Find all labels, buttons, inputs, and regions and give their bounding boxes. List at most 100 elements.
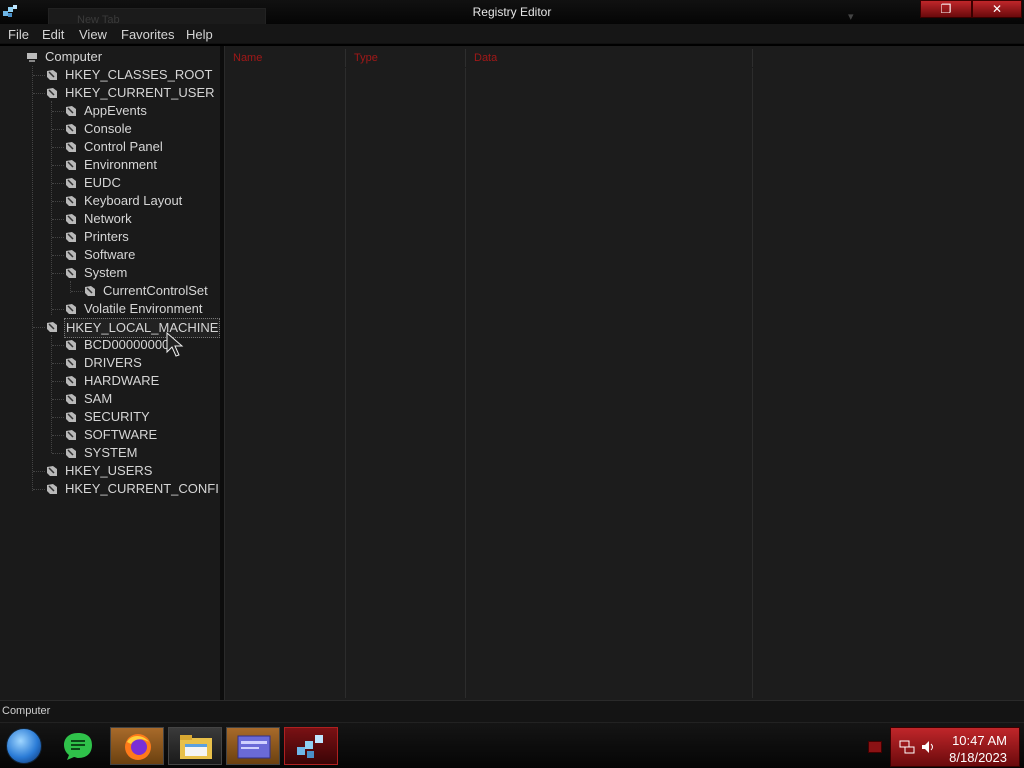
- clock-date: 8/18/2023: [949, 750, 1007, 765]
- menu-file[interactable]: File: [8, 27, 29, 42]
- tree-node-label: CurrentControlSet: [103, 283, 208, 298]
- column-header-type[interactable]: Type: [346, 49, 466, 67]
- tree-node[interactable]: Network: [66, 210, 133, 228]
- menu-edit[interactable]: Edit: [42, 27, 64, 42]
- registry-key-icon: [47, 466, 57, 476]
- tree-node-label: HKEY_LOCAL_MACHINE: [64, 318, 220, 338]
- tree-node-label: System: [84, 265, 128, 280]
- tree-node[interactable]: Console: [66, 120, 133, 138]
- column-header-data[interactable]: Data: [466, 49, 753, 67]
- clock-time: 10:47 AM: [952, 733, 1007, 748]
- tree-node-label: SOFTWARE: [84, 427, 158, 442]
- registry-key-icon: [66, 376, 76, 386]
- registry-key-icon: [66, 160, 76, 170]
- tree-node-label: Keyboard Layout: [84, 193, 183, 208]
- column-header-name[interactable]: Name: [225, 49, 346, 67]
- tree-node-label: Console: [84, 121, 132, 136]
- tree-node-label: HARDWARE: [84, 373, 160, 388]
- close-button[interactable]: ✕: [972, 0, 1022, 18]
- registry-tree[interactable]: Computer HKEY_CLASSES_ROOT HKEY_CURRENT_U…: [0, 46, 220, 700]
- network-icon[interactable]: [899, 740, 915, 754]
- registry-key-icon: [66, 448, 76, 458]
- tree-node-label: HKEY_CURRENT_USER: [65, 85, 215, 100]
- tree-node-computer[interactable]: Computer: [27, 48, 103, 66]
- tree-node[interactable]: CurrentControlSet: [85, 282, 209, 300]
- tree-node[interactable]: Printers: [66, 228, 130, 246]
- registry-key-icon: [66, 106, 76, 116]
- taskbar-firefox-button[interactable]: [110, 727, 164, 765]
- tree-node-label: AppEvents: [84, 103, 147, 118]
- tree-node-label: SYSTEM: [84, 445, 138, 460]
- tree-node-label: DRIVERS: [84, 355, 142, 370]
- tree-node-label: Computer: [45, 49, 103, 64]
- registry-key-icon: [66, 124, 76, 134]
- chevron-down-icon[interactable]: ▾: [848, 10, 854, 23]
- registry-key-icon: [66, 412, 76, 422]
- tree-node-label: HKEY_USERS: [65, 463, 153, 478]
- menu-help[interactable]: Help: [186, 27, 213, 42]
- tree-node[interactable]: HKEY_LOCAL_MACHINE: [47, 318, 220, 338]
- tree-node[interactable]: EUDC: [66, 174, 122, 192]
- restore-button[interactable]: ❐: [920, 0, 972, 18]
- registry-key-icon: [66, 214, 76, 224]
- taskbar-registry-editor-button[interactable]: [284, 727, 338, 765]
- registry-key-icon: [66, 304, 76, 314]
- menu-view[interactable]: View: [79, 27, 107, 42]
- tree-node[interactable]: SYSTEM: [66, 444, 138, 462]
- tree-node[interactable]: DRIVERS: [66, 354, 143, 372]
- taskbar-control-panel-button[interactable]: [226, 727, 280, 765]
- tree-node[interactable]: AppEvents: [66, 102, 148, 120]
- taskbar-file-explorer-button[interactable]: [168, 727, 222, 765]
- values-list[interactable]: Name Type Data: [224, 46, 1024, 700]
- tree-node[interactable]: HARDWARE: [66, 372, 160, 390]
- registry-key-icon: [66, 250, 76, 260]
- tree-node-label: Network: [84, 211, 132, 226]
- tree-node[interactable]: Software: [66, 246, 136, 264]
- firefox-icon: [125, 734, 151, 760]
- folder-icon: [180, 735, 212, 759]
- tree-node[interactable]: System: [66, 264, 128, 282]
- status-path: Computer: [2, 705, 51, 717]
- tree-node[interactable]: HKEY_USERS: [47, 462, 153, 480]
- start-orb-icon[interactable]: [6, 728, 42, 764]
- tree-node[interactable]: SAM: [66, 390, 113, 408]
- tree-node-label: BCD00000000: [84, 337, 170, 352]
- tree-node[interactable]: HKEY_CURRENT_USER: [47, 84, 216, 102]
- tree-node[interactable]: SOFTWARE: [66, 426, 158, 444]
- show-hidden-icons-icon[interactable]: [868, 741, 882, 753]
- registry-key-icon: [66, 394, 76, 404]
- registry-editor-icon: [297, 735, 323, 758]
- registry-key-icon: [66, 268, 76, 278]
- volume-icon[interactable]: [921, 740, 937, 754]
- menu-favorites[interactable]: Favorites: [121, 27, 174, 42]
- tree-node[interactable]: HKEY_CURRENT_CONFI: [47, 480, 220, 498]
- registry-key-icon: [66, 340, 76, 350]
- tree-node-label: Printers: [84, 229, 129, 244]
- registry-key-icon: [85, 286, 95, 296]
- registry-key-icon: [66, 232, 76, 242]
- taskbar: 10:47 AM 8/18/2023: [0, 722, 1024, 768]
- tree-node[interactable]: HKEY_CLASSES_ROOT: [47, 66, 213, 84]
- registry-key-icon: [66, 196, 76, 206]
- tree-node-label: HKEY_CLASSES_ROOT: [65, 67, 213, 82]
- registry-key-icon: [66, 178, 76, 188]
- tree-node[interactable]: Environment: [66, 156, 158, 174]
- notes-app-icon[interactable]: [62, 731, 94, 761]
- registry-key-icon: [47, 322, 57, 332]
- system-tray[interactable]: 10:47 AM 8/18/2023: [890, 727, 1020, 767]
- mouse-cursor-icon: [166, 332, 184, 357]
- tree-node[interactable]: BCD00000000: [66, 336, 170, 354]
- window-title: Registry Editor: [472, 5, 552, 19]
- computer-icon: [27, 53, 37, 62]
- title-bar: New Tab Registry Editor ▾ ❐ ✕: [0, 0, 1024, 26]
- tree-node-label: SAM: [84, 391, 113, 406]
- tree-node[interactable]: Keyboard Layout: [66, 192, 183, 210]
- tree-node-label: Software: [84, 247, 136, 262]
- registry-key-icon: [66, 142, 76, 152]
- tree-node[interactable]: Volatile Environment: [66, 300, 204, 318]
- registry-key-icon: [47, 88, 57, 98]
- tree-node[interactable]: SECURITY: [66, 408, 151, 426]
- registry-key-icon: [47, 70, 57, 80]
- registry-key-icon: [66, 430, 76, 440]
- tree-node[interactable]: Control Panel: [66, 138, 164, 156]
